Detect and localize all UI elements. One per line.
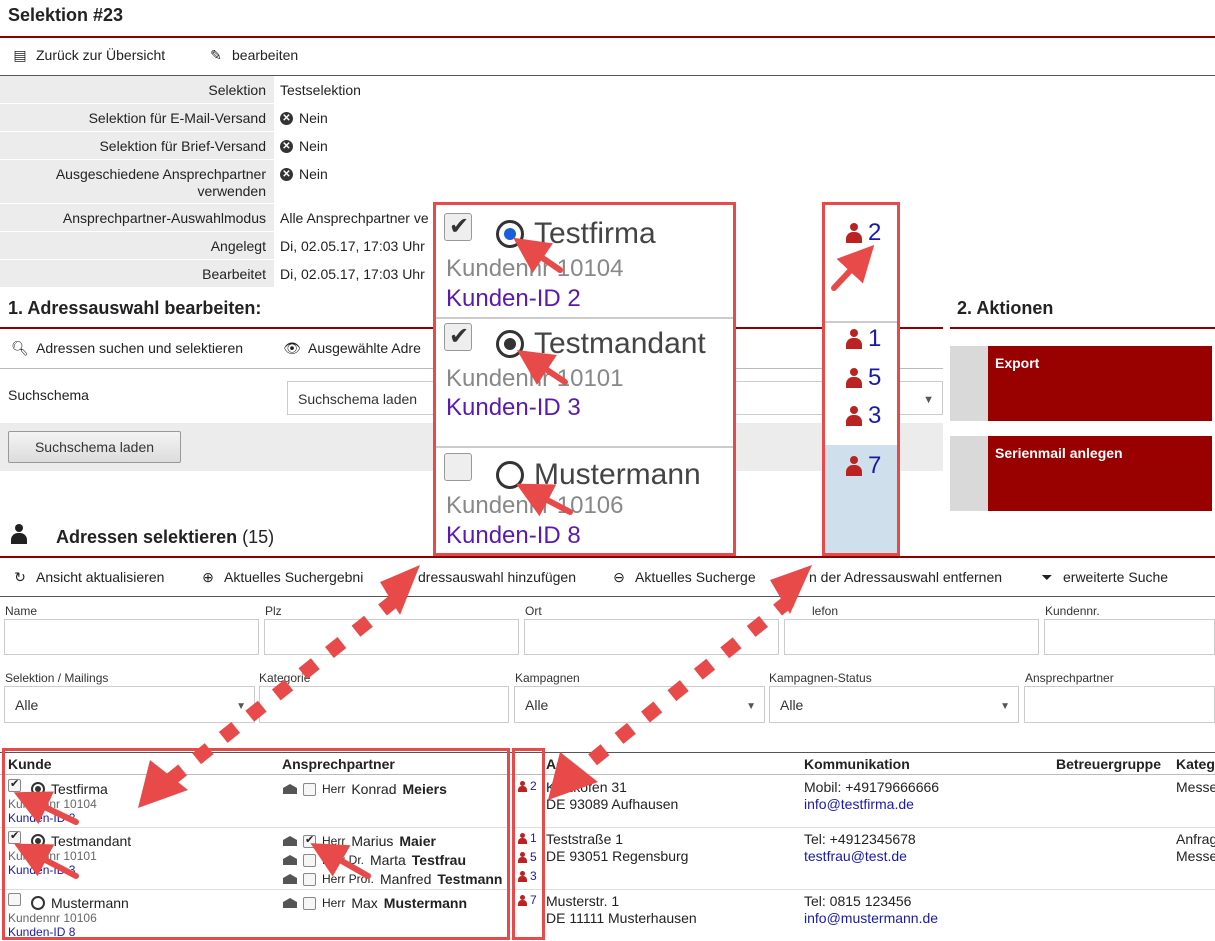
arrow-row1 bbox=[13, 791, 79, 825]
arrow-row2 bbox=[14, 843, 79, 879]
arrow-zoom-count bbox=[831, 244, 875, 291]
annotation-arrows bbox=[13, 237, 875, 879]
arrow-zoom-radio-2 bbox=[517, 350, 568, 385]
dashed-arrow-kunde bbox=[165, 594, 400, 786]
arrow-head-bottom-right bbox=[548, 752, 598, 800]
arrow-head-bottom-left bbox=[138, 760, 188, 808]
arrow-zoom-radio-1 bbox=[513, 237, 563, 274]
arrow-zoom-radio-3 bbox=[516, 483, 573, 517]
arrow-contact bbox=[310, 843, 371, 879]
dashed-arrow-counts bbox=[575, 594, 795, 776]
